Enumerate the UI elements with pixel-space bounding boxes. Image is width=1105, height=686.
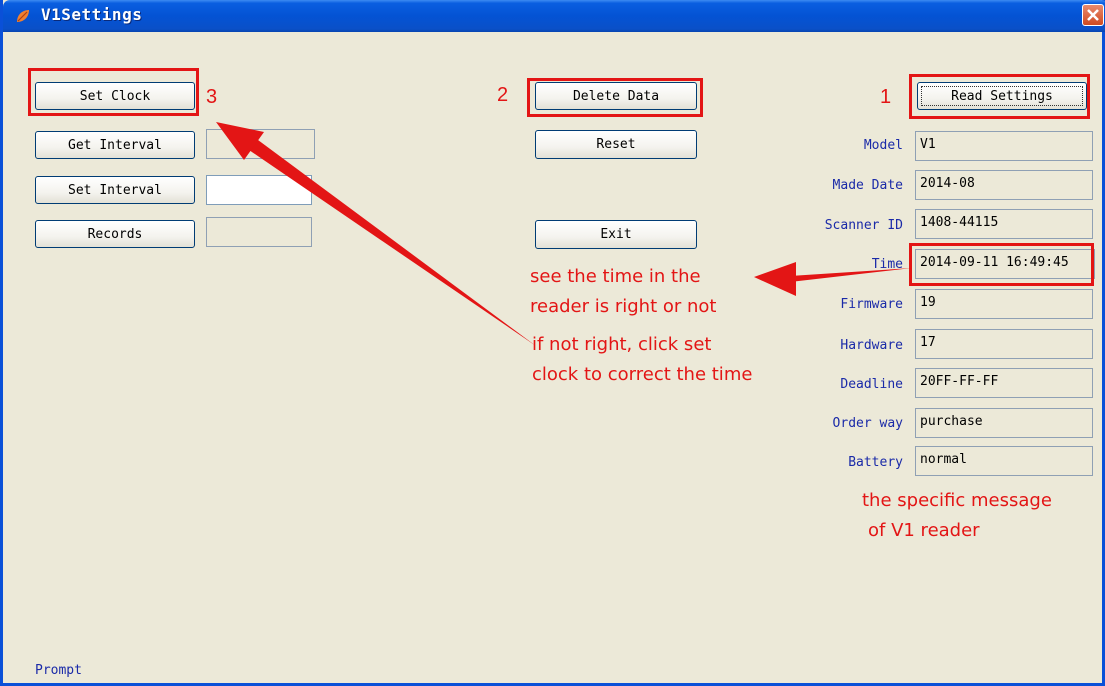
message-note-line-1: the specific message: [862, 490, 1052, 511]
time-note: see the time in the reader is right or n…: [530, 262, 716, 322]
time-note-line-2: reader is right or not: [530, 296, 717, 317]
time-note-line-1: see the time in the: [530, 266, 701, 287]
clock-note-line-1: if not right, click set: [532, 334, 712, 355]
clock-note-line-2: clock to correct the time: [532, 364, 753, 385]
time-arrow: [790, 268, 912, 282]
message-note-line-2: of V1 reader: [868, 520, 980, 541]
clock-note: if not right, click set clock to correct…: [532, 330, 752, 390]
set-clock-arrow: [249, 140, 536, 346]
time-arrowhead: [754, 262, 796, 296]
message-note: the specific message of V1 reader: [862, 486, 1052, 546]
